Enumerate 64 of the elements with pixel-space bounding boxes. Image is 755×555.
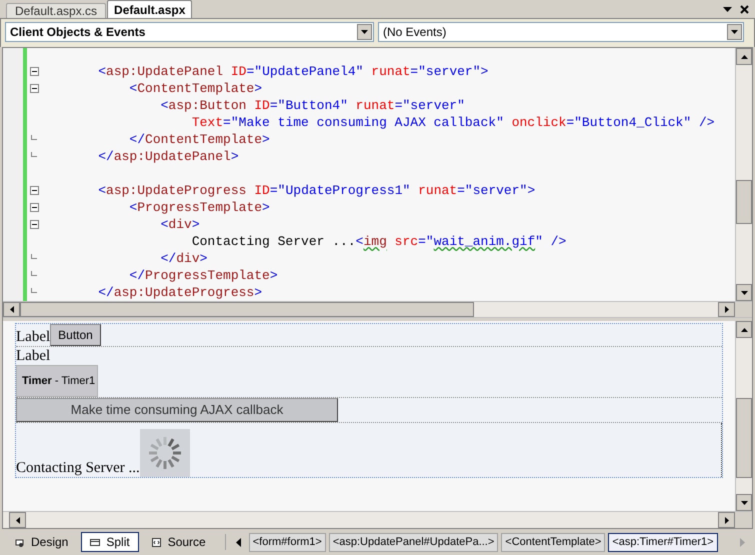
view-tab[interactable]: Split (81, 532, 139, 552)
right-arrow-icon (724, 516, 728, 524)
code-line: </ProgressTemplate> (128, 267, 278, 284)
source-view-icon (152, 538, 162, 546)
label-text: Label (16, 328, 50, 346)
dropdown-arrow-icon (361, 30, 368, 34)
breadcrumb[interactable]: <asp:UpdatePanel#UpdatePa...> (328, 532, 498, 552)
left-arrow-icon[interactable] (236, 538, 241, 546)
scroll-up-button[interactable] (736, 48, 752, 65)
left-arrow-icon (10, 306, 14, 313)
collapse-icon[interactable] (30, 220, 38, 229)
split-view-icon (90, 538, 100, 546)
loading-spinner-icon (146, 435, 183, 471)
breadcrumb[interactable]: <ContentTemplate> (501, 532, 606, 552)
scroll-up-button[interactable] (736, 321, 752, 338)
code-line: <div> (160, 216, 200, 233)
dropdown[interactable]: (No Events) (378, 22, 744, 42)
code-line: <asp:UpdatePanel ID="UpdatePanel4" runat="server"> (97, 63, 488, 80)
code-line: <ContentTemplate> (128, 80, 262, 97)
breadcrumb[interactable]: <form#form1> (248, 532, 326, 552)
scroll-thumb[interactable] (20, 302, 474, 317)
up-arrow-icon (740, 328, 748, 332)
code-line: <asp:UpdateProgress ID="UpdateProgress1" runat="server"> (97, 182, 536, 199)
scroll-thumb[interactable] (736, 398, 752, 478)
button-control[interactable]: Make time consuming AJAX callback (16, 398, 338, 422)
dropdown[interactable]: Client Objects & Events (5, 22, 374, 42)
design-view-icon (15, 538, 25, 546)
code-line: </ContentTemplate> (128, 131, 270, 148)
timer-control[interactable]: Timer - Timer1 (16, 365, 98, 397)
right-arrow-icon (724, 306, 728, 313)
dropdown-arrow-icon (731, 30, 738, 34)
label-text: Label (16, 347, 50, 365)
file-tab[interactable]: Default.aspx (107, 0, 192, 18)
scroll-down-button[interactable] (736, 494, 752, 511)
down-arrow-icon (740, 290, 748, 294)
view-tab[interactable]: Design (6, 532, 78, 552)
scroll-thumb[interactable] (736, 180, 752, 224)
code-line: <ProgressTemplate> (128, 199, 270, 216)
code-line: </asp:UpdatePanel> (97, 148, 239, 165)
code-line: Contacting Server ...<img src="wait_anim.gif" /> (190, 233, 566, 250)
collapse-icon[interactable] (30, 186, 38, 195)
collapse-icon[interactable] (30, 84, 38, 93)
up-arrow-icon (740, 54, 748, 58)
scroll-down-button[interactable] (736, 284, 752, 301)
close-icon[interactable] (740, 5, 749, 14)
scrollbar-corner (735, 512, 752, 528)
code-line: <asp:Button ID="Button4" runat="server" (160, 97, 465, 114)
breadcrumb[interactable]: <asp:Timer#Timer1> (608, 532, 718, 552)
scroll-right-button[interactable] (718, 512, 735, 528)
code-line: Text="Make time consuming AJAX callback" onclick="Button4_Click" /> (190, 114, 715, 131)
code-line: </div> (160, 250, 208, 267)
down-arrow-icon (740, 500, 748, 504)
file-tab[interactable]: Default.aspx.cs (6, 3, 106, 18)
left-arrow-icon (16, 516, 20, 524)
label-text: Contacting Server ... (16, 459, 140, 477)
view-tab[interactable]: Source (142, 532, 215, 552)
scroll-left-button[interactable] (9, 512, 26, 528)
collapse-icon[interactable] (30, 203, 38, 212)
button-control[interactable]: Button (50, 324, 101, 346)
dropdown-arrow-icon[interactable] (723, 7, 732, 13)
code-line: </asp:UpdateProgress> (97, 284, 262, 301)
collapse-icon[interactable] (30, 67, 38, 76)
scroll-left-button[interactable] (3, 302, 20, 317)
scroll-right-button[interactable] (718, 302, 735, 317)
